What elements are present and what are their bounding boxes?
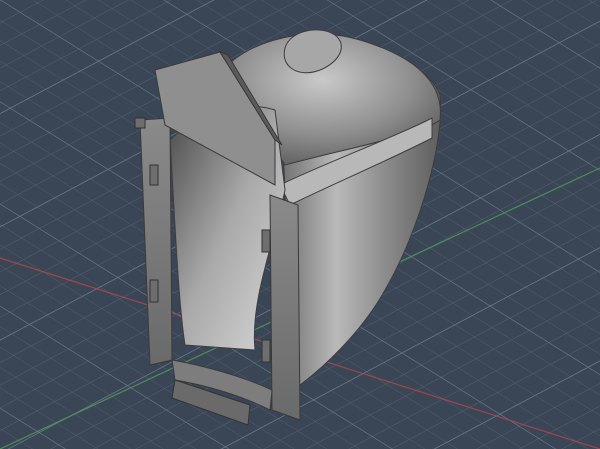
clip-top-left (134, 117, 146, 129)
section-face-left (139, 117, 173, 366)
clip-front-low (261, 339, 271, 363)
sectioned-part-model[interactable] (0, 0, 600, 449)
section-face-front (269, 194, 301, 421)
clip-mid-left (149, 164, 159, 186)
3d-viewport[interactable] (0, 0, 600, 449)
clip-low-left (149, 279, 159, 303)
clip-front-top (261, 229, 271, 253)
